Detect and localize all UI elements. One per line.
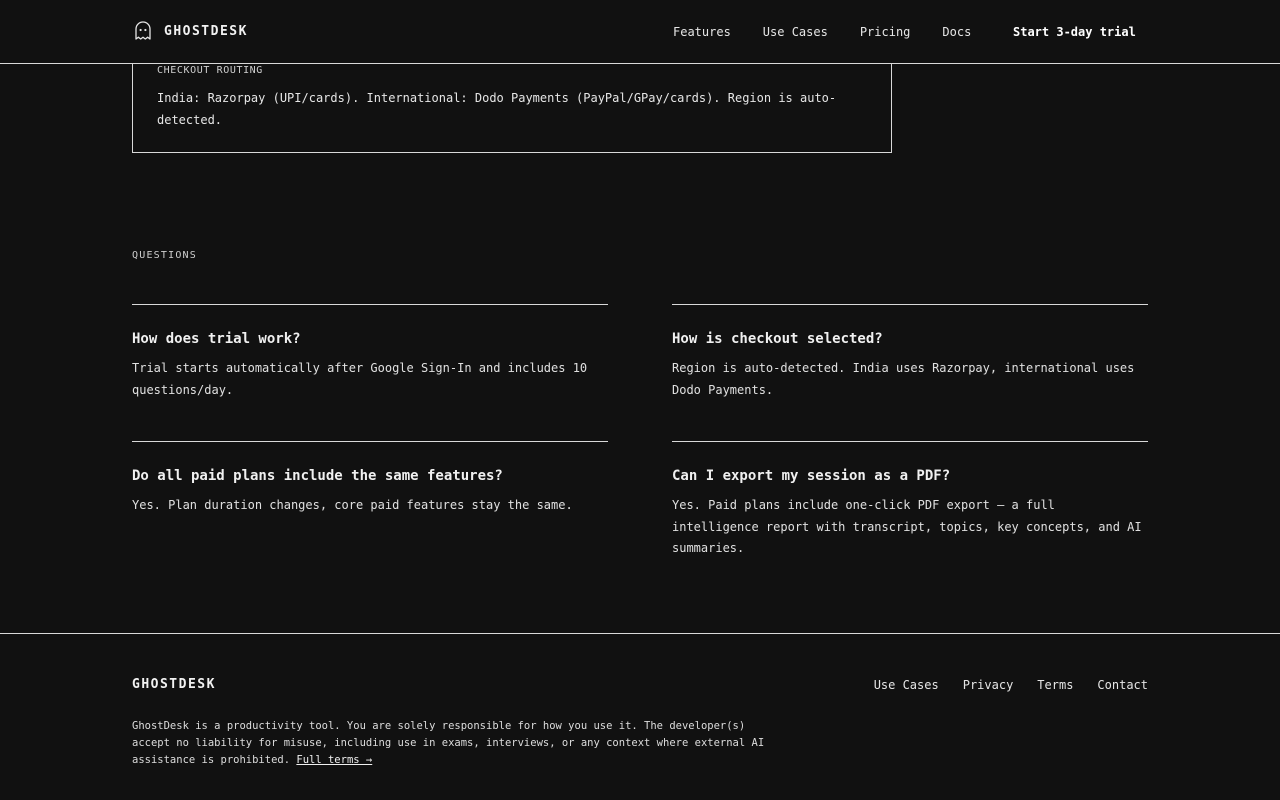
footer-link-use-cases[interactable]: Use Cases: [874, 677, 939, 693]
checkout-routing-label: CHECKOUT ROUTING: [157, 65, 263, 76]
ghost-icon: [134, 21, 152, 41]
footer-link-contact[interactable]: Contact: [1097, 677, 1148, 693]
full-terms-link[interactable]: Full terms →: [296, 754, 372, 766]
nav-docs[interactable]: Docs: [942, 24, 971, 40]
faq-item: Do all paid plans include the same featu…: [132, 441, 608, 517]
questions-label: QUESTIONS: [132, 250, 197, 261]
faq-item: How is checkout selected? Region is auto…: [672, 304, 1148, 401]
nav-features[interactable]: Features: [673, 24, 731, 40]
main-nav: Features Use Cases Pricing Docs: [673, 24, 1003, 40]
footer-brand: GHOSTDESK: [132, 677, 216, 692]
footer-nav: Use Cases Privacy Terms Contact: [850, 677, 1148, 693]
page: CHECKOUT ROUTING India: Razorpay (UPI/ca…: [0, 0, 1280, 800]
faq-answer: Trial starts automatically after Google …: [132, 361, 588, 397]
faq-answer: Yes. Plan duration changes, core paid fe…: [132, 498, 573, 512]
faq-question: How does trial work?: [132, 331, 301, 347]
start-trial-button[interactable]: Start 3-day trial: [1013, 24, 1136, 40]
nav-use-cases[interactable]: Use Cases: [763, 24, 828, 40]
brand[interactable]: GHOSTDESK: [134, 21, 248, 41]
footer-link-privacy[interactable]: Privacy: [963, 677, 1014, 693]
faq-item: How does trial work? Trial starts automa…: [132, 304, 608, 401]
brand-name: GHOSTDESK: [164, 23, 248, 39]
nav-pricing[interactable]: Pricing: [860, 24, 911, 40]
faq-question: Do all paid plans include the same featu…: [132, 468, 503, 484]
faq-answer: Yes. Paid plans include one-click PDF ex…: [672, 498, 1142, 555]
faq-answer: Region is auto-detected. India uses Razo…: [672, 361, 1135, 397]
footer-link-terms[interactable]: Terms: [1037, 677, 1073, 693]
site-header: GHOSTDESK Features Use Cases Pricing Doc…: [0, 0, 1280, 64]
faq-item: Can I export my session as a PDF? Yes. P…: [672, 441, 1148, 560]
faq-question: Can I export my session as a PDF?: [672, 468, 951, 484]
checkout-routing-text: India: Razorpay (UPI/cards). Internation…: [157, 91, 837, 127]
disclaimer: GhostDesk is a productivity tool. You ar…: [132, 718, 772, 769]
faq-question: How is checkout selected?: [672, 331, 883, 347]
disclaimer-text: GhostDesk is a productivity tool. You ar…: [132, 720, 765, 766]
site-footer: GHOSTDESK Use Cases Privacy Terms Contac…: [0, 633, 1280, 800]
